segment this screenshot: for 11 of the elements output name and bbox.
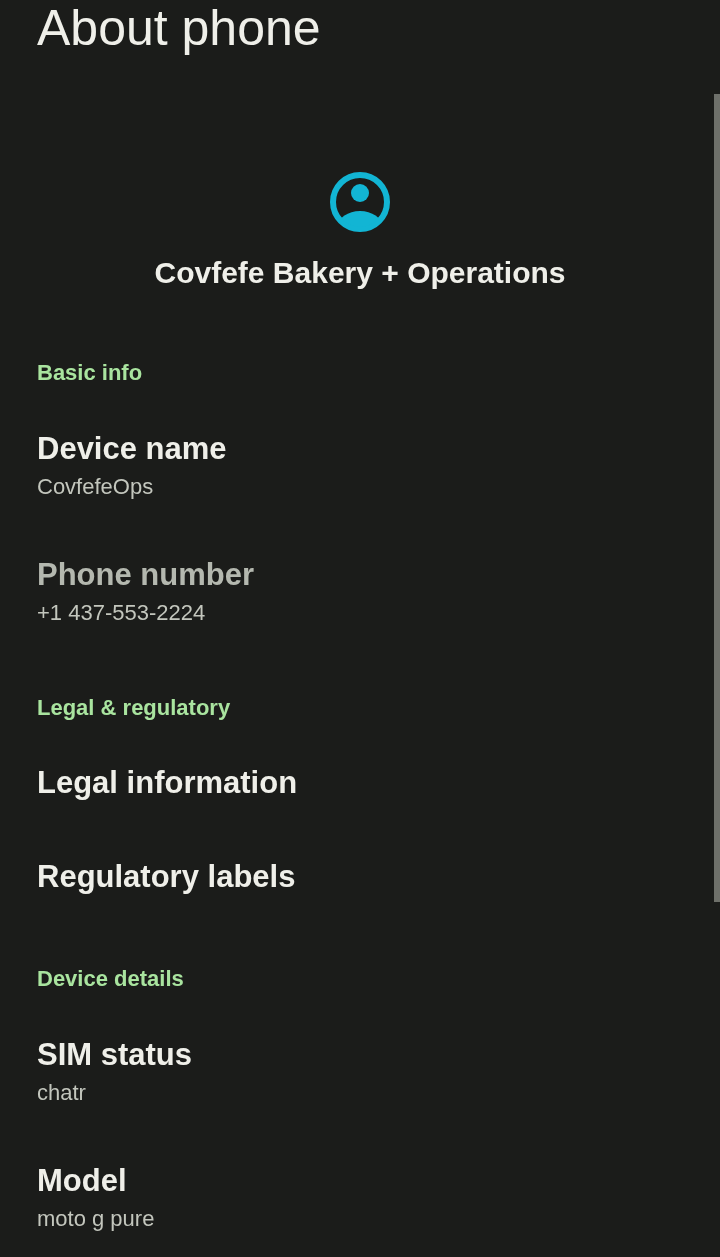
settings-item[interactable]: Model moto g pure	[37, 1160, 155, 1236]
section-header: Basic info	[37, 359, 143, 387]
settings-item[interactable]: SIM status chatr	[37, 1034, 193, 1110]
device-title: Covfefe Bakery + Operations	[154, 255, 566, 291]
settings-item[interactable]: Legal information	[37, 762, 298, 804]
section-header: Device details	[37, 965, 184, 993]
settings-item[interactable]: Device name CovfefeOps	[37, 428, 227, 504]
page-title: About phone	[37, 0, 321, 56]
section-header: Legal & regulatory	[37, 694, 231, 722]
settings-item[interactable]: Regulatory labels	[37, 856, 296, 898]
person-icon	[330, 172, 390, 232]
